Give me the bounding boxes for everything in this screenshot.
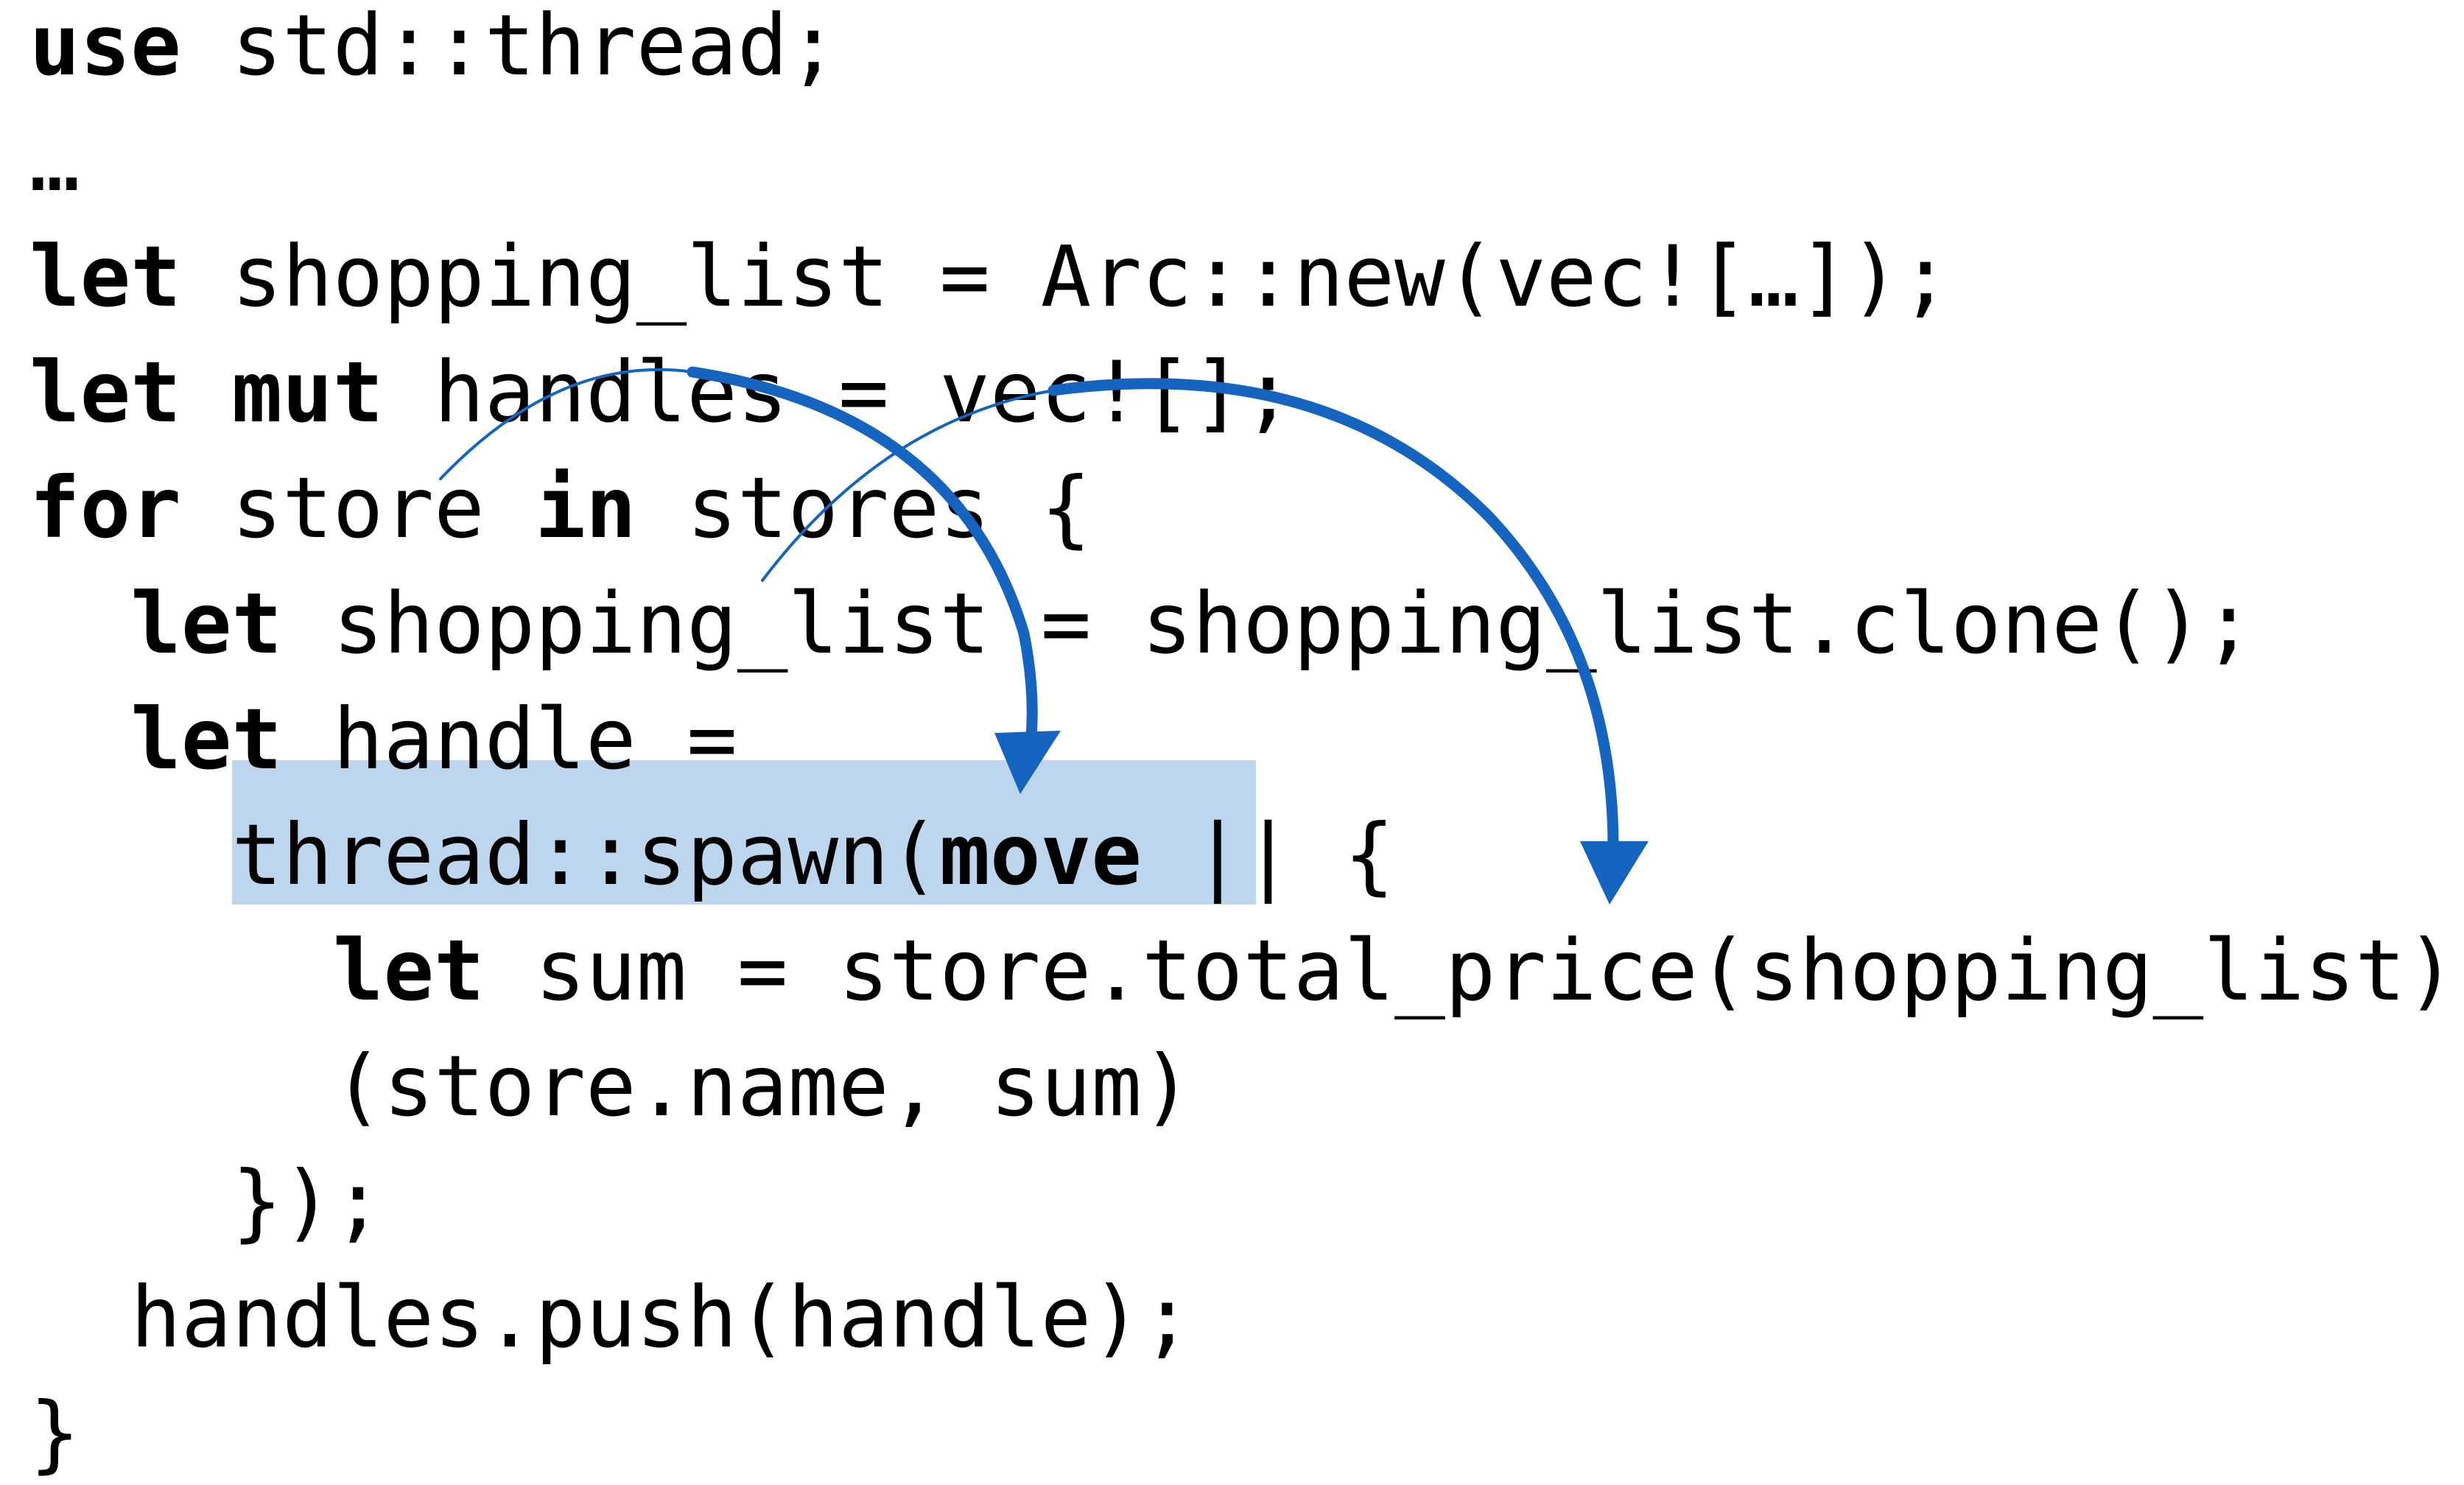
shopping-list-move-arrow <box>761 378 1649 905</box>
store-move-arrow <box>439 366 1061 794</box>
shopping-list-move-arrow-head <box>1580 841 1649 905</box>
code-diagram: use std::thread;… let shopping_list = Arc… <box>0 0 2464 1482</box>
shopping-list-move-arrow-body <box>1047 378 1619 853</box>
store-move-arrow-head <box>994 731 1061 794</box>
store-move-arrow-body <box>687 366 1038 742</box>
store-move-arrow-tail <box>439 368 694 480</box>
shopping-list-move-arrow-tail <box>761 389 1055 582</box>
capture-arrows <box>439 366 1649 905</box>
